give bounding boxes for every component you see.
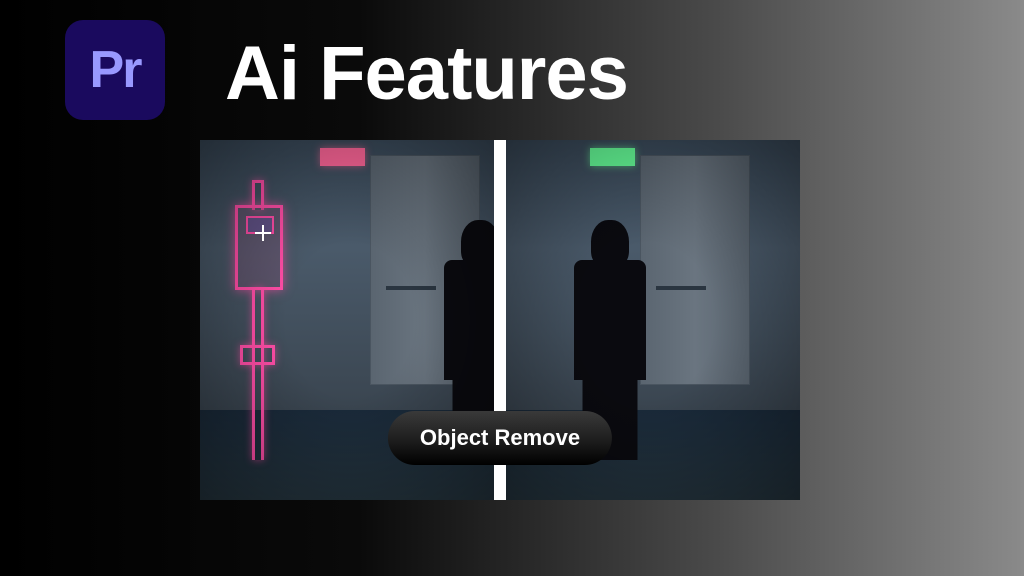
scene-door <box>640 155 750 385</box>
exit-sign <box>590 148 635 166</box>
person-body <box>574 260 646 380</box>
feature-label: Object Remove <box>388 411 612 465</box>
person-body <box>444 260 500 380</box>
door-handle <box>386 286 436 290</box>
page-title: Ai Features <box>225 30 628 117</box>
logo-text: Pr <box>90 40 141 100</box>
door-handle <box>656 286 706 290</box>
before-after-comparison: Object Remove <box>200 140 800 500</box>
premiere-pro-logo: Pr <box>65 20 165 120</box>
crosshair-cursor-icon <box>255 225 271 241</box>
object-junction <box>240 345 275 365</box>
object-box <box>235 205 283 290</box>
exit-sign <box>320 148 365 166</box>
object-pipe-bottom <box>252 288 264 460</box>
selected-object-mask <box>230 180 288 460</box>
